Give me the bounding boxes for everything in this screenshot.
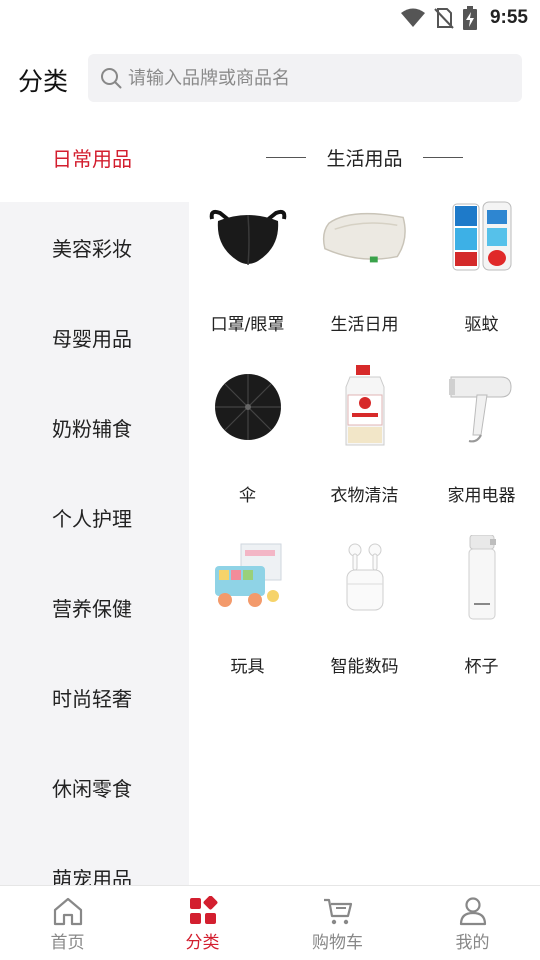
tab-cart[interactable]: 购物车 bbox=[270, 886, 405, 960]
tab-label: 分类 bbox=[185, 933, 220, 953]
product-image bbox=[204, 363, 292, 451]
product-image bbox=[438, 363, 526, 451]
tab-label: 购物车 bbox=[312, 933, 363, 953]
sidebar-item-daily[interactable]: 日常用品 bbox=[0, 112, 189, 202]
earbuds-icon bbox=[346, 543, 383, 611]
product-item[interactable]: 衣物清洁 bbox=[306, 357, 423, 528]
product-item[interactable]: 家用电器 bbox=[423, 357, 540, 528]
bottom-tab-bar: 首页 分类 购物车 我的 bbox=[0, 885, 540, 960]
sidebar-item-label: 萌宠用品 bbox=[52, 866, 132, 886]
home-icon bbox=[53, 897, 82, 926]
product-label: 伞 bbox=[239, 486, 256, 506]
product-item[interactable]: 智能数码 bbox=[306, 528, 423, 699]
sidebar-item-label: 时尚轻奢 bbox=[52, 686, 132, 711]
tab-profile[interactable]: 我的 bbox=[405, 886, 540, 960]
sidebar-item-pets[interactable]: 萌宠用品 bbox=[0, 832, 189, 886]
status-time: 9:55 bbox=[489, 7, 528, 28]
sidebar-item-milk-powder[interactable]: 奶粉辅食 bbox=[0, 382, 189, 472]
product-label: 衣物清洁 bbox=[330, 486, 399, 506]
sidebar-item-personal-care[interactable]: 个人护理 bbox=[0, 472, 189, 562]
pillow-icon bbox=[322, 212, 406, 263]
mask-icon bbox=[209, 209, 286, 266]
category-content: 生活用品 口罩/眼罩 生活日用 驱蚊 伞 衣物清洁 家用电器 玩具 智能数码 杯… bbox=[189, 112, 540, 885]
page-title: 分类 bbox=[18, 67, 69, 96]
tab-label: 首页 bbox=[50, 933, 85, 953]
product-label: 生活日用 bbox=[330, 315, 399, 335]
product-item[interactable]: 杯子 bbox=[423, 528, 540, 699]
thermos-cup-icon bbox=[468, 535, 496, 620]
sidebar-item-label: 日常用品 bbox=[52, 146, 132, 171]
wifi-icon bbox=[400, 8, 425, 27]
product-item[interactable]: 驱蚊 bbox=[423, 186, 540, 357]
tab-category[interactable]: 分类 bbox=[135, 886, 270, 960]
category-icon bbox=[189, 896, 217, 924]
product-image bbox=[204, 534, 292, 622]
sidebar-item-luxury[interactable]: 时尚轻奢 bbox=[0, 652, 189, 742]
product-image bbox=[204, 192, 292, 280]
product-label: 玩具 bbox=[230, 657, 265, 677]
product-label: 驱蚊 bbox=[464, 315, 499, 335]
tab-home[interactable]: 首页 bbox=[0, 886, 135, 960]
search-box[interactable] bbox=[88, 54, 522, 102]
mosquito-repellent-icon bbox=[452, 201, 511, 271]
divider-line bbox=[266, 156, 307, 158]
umbrella-icon bbox=[214, 374, 281, 440]
product-grid: 口罩/眼罩 生活日用 驱蚊 伞 衣物清洁 家用电器 玩具 智能数码 杯子 bbox=[189, 186, 540, 699]
sidebar-item-label: 母婴用品 bbox=[52, 326, 132, 351]
detergent-icon bbox=[345, 365, 384, 446]
product-label: 口罩/眼罩 bbox=[210, 315, 285, 335]
product-label: 家用电器 bbox=[447, 486, 516, 506]
sidebar-item-label: 休闲零食 bbox=[52, 776, 132, 801]
tab-label: 我的 bbox=[455, 933, 490, 953]
product-image bbox=[321, 192, 409, 280]
sidebar-item-label: 营养保健 bbox=[52, 596, 132, 621]
sidebar-item-beauty[interactable]: 美容彩妆 bbox=[0, 202, 189, 292]
no-sim-icon bbox=[434, 8, 454, 29]
search-icon bbox=[101, 68, 122, 89]
sidebar-item-label: 奶粉辅食 bbox=[52, 416, 132, 441]
product-item[interactable]: 玩具 bbox=[189, 528, 306, 699]
battery-charging-icon bbox=[462, 6, 477, 30]
divider-line bbox=[422, 156, 463, 158]
status-icons: 9:55 bbox=[400, 6, 528, 30]
product-label: 智能数码 bbox=[330, 657, 399, 677]
sidebar-item-label: 美容彩妆 bbox=[52, 236, 132, 261]
product-image bbox=[438, 192, 526, 280]
toy-icon bbox=[214, 543, 281, 607]
category-sidebar: 日常用品 美容彩妆 母婴用品 奶粉辅食 个人护理 营养保健 时尚轻奢 休闲零食 … bbox=[0, 112, 189, 885]
sidebar-item-baby[interactable]: 母婴用品 bbox=[0, 292, 189, 382]
section-header: 生活用品 bbox=[189, 144, 540, 170]
product-item[interactable]: 口罩/眼罩 bbox=[189, 186, 306, 357]
sidebar-item-health[interactable]: 营养保健 bbox=[0, 562, 189, 652]
header: 分类 bbox=[0, 36, 540, 116]
search-input[interactable] bbox=[128, 67, 508, 89]
product-image bbox=[321, 534, 409, 622]
product-label: 杯子 bbox=[464, 657, 499, 677]
product-image bbox=[438, 534, 526, 622]
sidebar-item-label: 个人护理 bbox=[52, 506, 132, 531]
hair-dryer-icon bbox=[448, 376, 512, 443]
section-title: 生活用品 bbox=[326, 147, 403, 170]
product-item[interactable]: 伞 bbox=[189, 357, 306, 528]
sidebar-item-snacks[interactable]: 休闲零食 bbox=[0, 742, 189, 832]
product-item[interactable]: 生活日用 bbox=[306, 186, 423, 357]
status-bar: 9:55 bbox=[0, 0, 540, 36]
user-icon bbox=[459, 897, 486, 926]
product-image bbox=[321, 363, 409, 451]
cart-icon bbox=[323, 898, 352, 925]
